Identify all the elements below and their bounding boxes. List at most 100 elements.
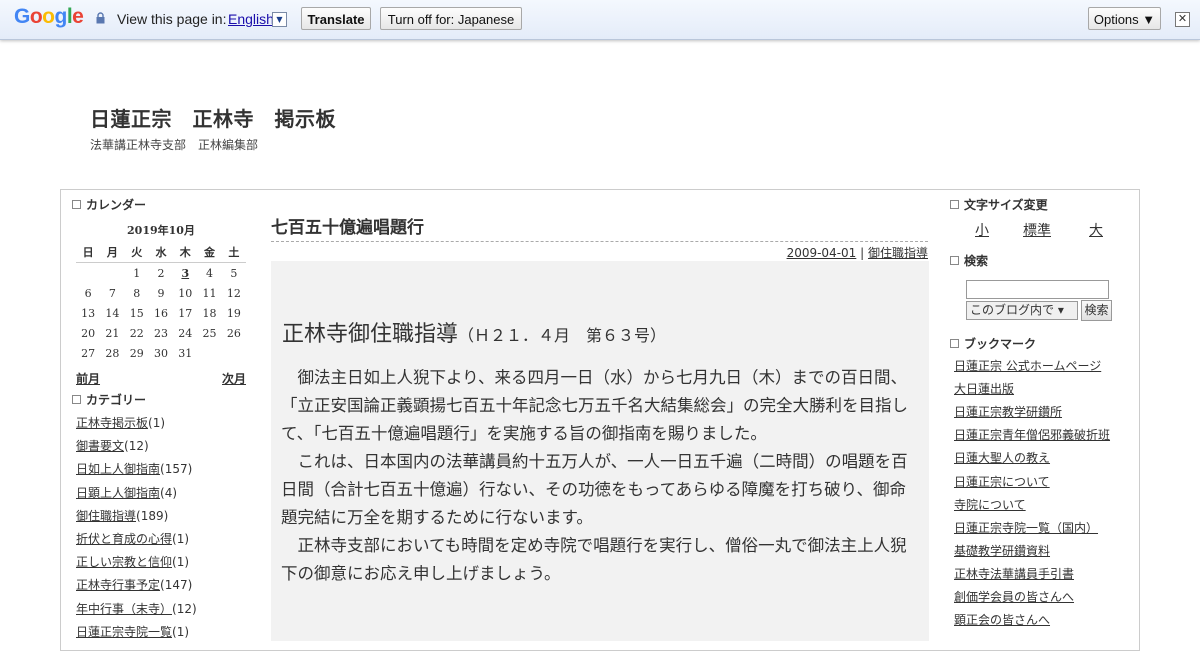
post-heading-main: 正林寺御住職指導 <box>282 322 459 347</box>
font-large-link[interactable]: 大 <box>1089 220 1103 240</box>
logo-letter: G <box>14 5 30 28</box>
post-heading-sub: （Ｈ２１．４月 第６３号） <box>458 326 667 345</box>
category-item: 正林寺行事予定(147) <box>76 576 192 593</box>
logo-letter: g <box>54 5 68 28</box>
chevron-down-icon[interactable]: ▼ <box>272 12 287 27</box>
bookmark-link[interactable]: 基礎教学研鑽資料 <box>954 542 1050 559</box>
calendar-day: 19 <box>226 306 241 320</box>
bookmark-link[interactable]: 大日蓮出版 <box>954 380 1014 397</box>
bookmark-heading: ブックマーク <box>950 335 1036 352</box>
calendar-week: 20 21 22 23 24 25 26 <box>76 323 246 343</box>
category-link[interactable]: 折伏と育成の心得 <box>76 532 172 546</box>
post-paragraph: 正林寺支部においても時間を定め寺院で唱題行を実行し、僧俗一丸で御法主上人猊下の御… <box>281 536 907 583</box>
bookmark-link[interactable]: 日蓮正宗について <box>954 473 1050 490</box>
calendar-day <box>222 343 246 363</box>
post-text: 御法主日如上人猊下より、来る四月一日（水）から七月九日（木）までの百日間、「立正… <box>281 364 915 588</box>
prev-month-link[interactable]: 前月 <box>76 370 100 387</box>
calendar-week: 27 28 29 30 31 <box>76 343 246 363</box>
category-link[interactable]: 年中行事（末寺） <box>76 602 172 616</box>
weekday-header: 日 <box>76 242 101 263</box>
category-item: 折伏と育成の心得(1) <box>76 530 189 547</box>
weekday-header: 木 <box>173 242 198 263</box>
category-link[interactable]: 御住職指導 <box>76 509 136 523</box>
bookmark-link[interactable]: 寺院について <box>954 496 1026 513</box>
search-scope-select[interactable]: このブログ内で ▾ <box>966 301 1078 320</box>
category-link[interactable]: 正林寺掲示板 <box>76 416 148 430</box>
calendar-day: 23 <box>153 326 168 340</box>
post-title[interactable]: 七百五十億遍唱題行 <box>271 213 928 238</box>
meta-separator: | <box>856 246 868 260</box>
logo-letter: o <box>29 5 43 28</box>
calendar-day: 14 <box>105 306 120 320</box>
translate-button[interactable]: Translate <box>301 7 371 30</box>
bookmark-link[interactable]: 正林寺法華講員手引書 <box>954 565 1074 582</box>
bookmark-link[interactable]: 日蓮正宗教学研鑽所 <box>954 403 1062 420</box>
turn-off-button[interactable]: Turn off for: Japanese <box>380 7 522 30</box>
next-month-link[interactable]: 次月 <box>222 370 246 387</box>
calendar-week: 1 234 5 <box>76 263 246 284</box>
calendar-month: 2019年10月 <box>127 224 195 237</box>
calendar-day: 30 <box>153 346 168 360</box>
post-divider <box>271 241 928 242</box>
category-link[interactable]: 正しい宗教と信仰 <box>76 555 172 569</box>
calendar-day: 26 <box>226 326 241 340</box>
calendar-day: 28 <box>105 346 120 360</box>
search-input[interactable] <box>966 280 1109 299</box>
logo-letter: o <box>42 5 55 28</box>
close-icon[interactable]: ✕ <box>1175 12 1190 27</box>
post-category-link[interactable]: 御住職指導 <box>868 246 928 260</box>
calendar-day: 12 <box>226 286 241 300</box>
logo-letter: e <box>72 5 84 28</box>
calendar-heading: カレンダー <box>72 196 146 213</box>
font-normal-link[interactable]: 標準 <box>1023 220 1051 240</box>
calendar-day: 10 <box>178 286 193 300</box>
category-link[interactable]: 日蓮正宗寺院一覧 <box>76 625 172 639</box>
category-count: (1) <box>172 532 190 546</box>
site-description: 法華講正林寺支部 正林編集部 <box>90 138 259 152</box>
category-link[interactable]: 御書要文 <box>76 439 124 453</box>
calendar-day: 21 <box>105 326 120 340</box>
font-small-link[interactable]: 小 <box>975 220 989 240</box>
calendar-day: 17 <box>178 306 193 320</box>
calendar-day: 11 <box>202 286 217 300</box>
category-count: (1) <box>172 624 190 639</box>
category-count: (12) <box>124 439 149 454</box>
translate-bar: Google View this page in: English ▼ Tran… <box>0 0 1200 40</box>
bookmark-link[interactable]: 創価学会員の皆さんへ <box>954 588 1074 605</box>
category-count: (1) <box>148 416 166 430</box>
site-title[interactable]: 日蓮正宗 正林寺 掲示板 <box>90 103 336 132</box>
calendar-day <box>76 263 100 284</box>
category-count: (4) <box>160 485 178 500</box>
calendar-day-link[interactable]: 3 <box>173 263 197 284</box>
category-link[interactable]: 日顕上人御指南 <box>76 486 160 500</box>
category-item: 正林寺掲示板(1) <box>76 414 165 431</box>
bookmark-link[interactable]: 日蓮正宗青年僧侶邪義破折班 <box>954 426 1110 443</box>
bookmark-link[interactable]: 顕正会の皆さんへ <box>954 611 1050 628</box>
category-count: (157) <box>160 462 193 477</box>
weekday-header: 水 <box>148 242 174 263</box>
category-link[interactable]: 正林寺行事予定 <box>76 578 160 592</box>
category-count: (147) <box>160 578 193 593</box>
options-button[interactable]: Options ▼ <box>1088 7 1161 30</box>
category-item: 日蓮正宗寺院一覧(1) <box>76 623 189 640</box>
calendar-day: 16 <box>153 306 168 320</box>
calendar-day: 27 <box>81 346 96 360</box>
category-count: (189) <box>136 508 169 523</box>
post-paragraph: これは、日本国内の法華講員約十五万人が、一人一日五千遍（二時間）の唱題を百日間（… <box>281 452 908 527</box>
post-date-link[interactable]: 2009-04-01 <box>787 246 857 260</box>
calendar-day: 22 <box>129 326 144 340</box>
category-item: 日顕上人御指南(4) <box>76 484 177 501</box>
language-select[interactable]: English <box>228 11 274 27</box>
bookmark-link[interactable]: 日蓮大聖人の教え <box>954 449 1050 466</box>
category-link[interactable]: 日如上人御指南 <box>76 462 160 476</box>
category-count: (12) <box>172 601 197 616</box>
lock-icon <box>96 12 105 24</box>
bookmark-link[interactable]: 日蓮正宗 公式ホームページ <box>954 357 1101 374</box>
weekday-header: 月 <box>100 242 125 263</box>
search-button[interactable]: 検索 <box>1081 300 1112 321</box>
calendar-day: 29 <box>129 346 144 360</box>
post-heading: 正林寺御住職指導（Ｈ２１．４月 第６３号） <box>282 316 666 348</box>
calendar-day: 15 <box>129 306 144 320</box>
category-item: 御書要文(12) <box>76 437 149 454</box>
bookmark-link[interactable]: 日蓮正宗寺院一覧（国内） <box>954 519 1098 536</box>
